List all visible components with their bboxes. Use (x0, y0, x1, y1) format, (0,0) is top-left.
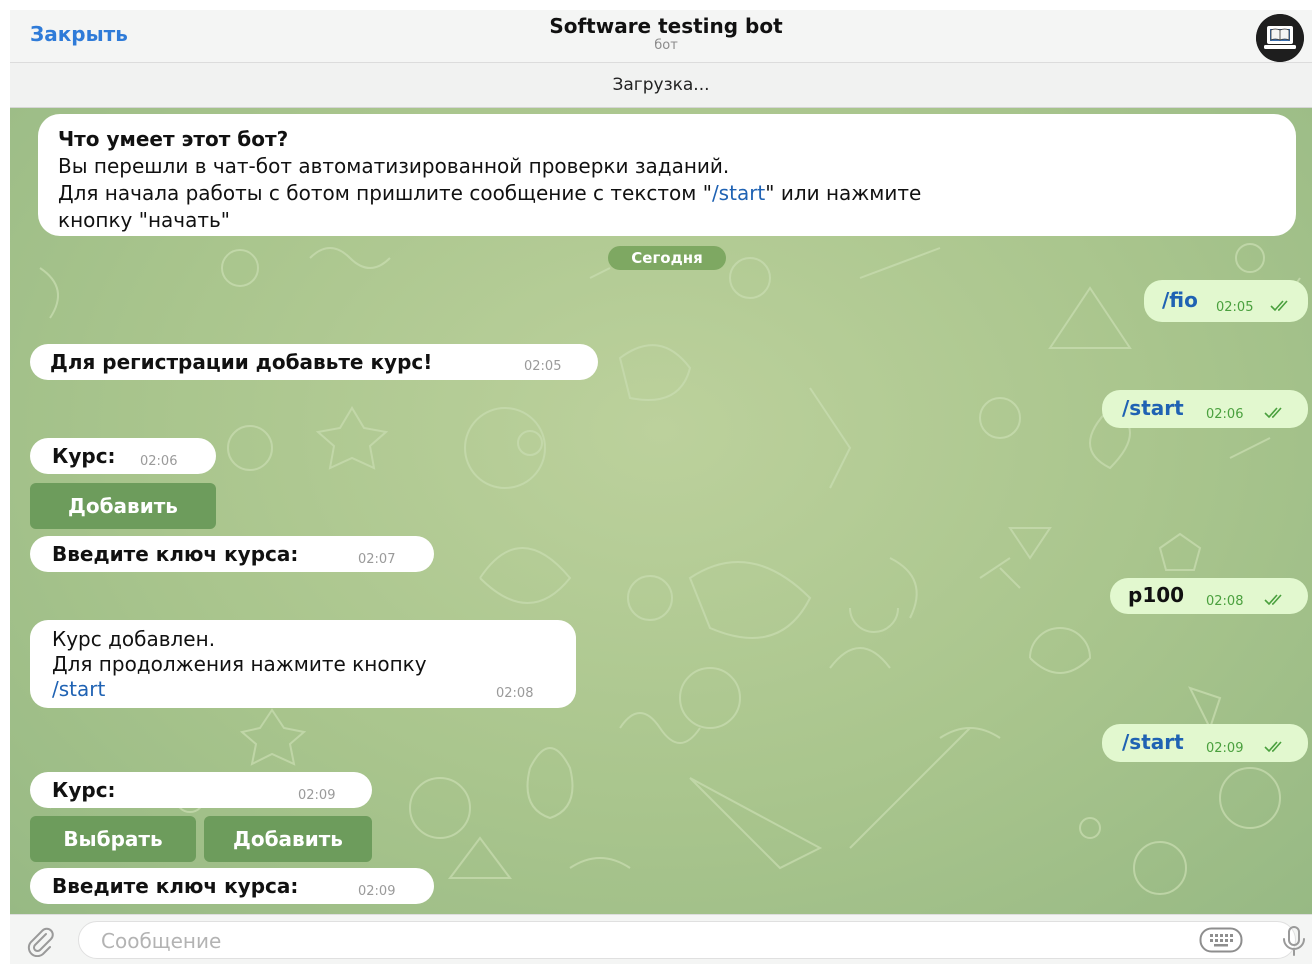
message-input-placeholder: Сообщение (101, 929, 222, 953)
bot-description-card: Что умеет этот бот? Вы перешли в чат-бот… (38, 114, 1296, 236)
incoming-message[interactable]: Курс добавлен. Для продолжения нажмите к… (30, 620, 576, 708)
message-text: Курс: (52, 444, 116, 468)
bot-avatar-icon[interactable] (1256, 14, 1304, 62)
incoming-message[interactable]: Введите ключ курса: 02:09 (30, 868, 434, 904)
bot-description-text: " или нажмите (765, 181, 922, 205)
chat-area[interactable]: Что умеет этот бот? Вы перешли в чат-бот… (10, 108, 1312, 914)
message-input[interactable]: Сообщение (78, 921, 1296, 959)
choose-course-button[interactable]: Выбрать (30, 816, 196, 862)
message-time: 02:08 (496, 686, 534, 701)
message-text: /start (1122, 396, 1184, 420)
message-text: /fio (1162, 288, 1198, 312)
message-text: Курс добавлен. (52, 627, 216, 651)
message-time: 02:05 (1216, 300, 1254, 315)
incoming-message[interactable]: Введите ключ курса: 02:07 (30, 536, 434, 572)
start-command-link[interactable]: /start (712, 181, 765, 205)
loading-status: Загрузка... (10, 63, 1312, 108)
date-divider: Сегодня (608, 246, 726, 270)
read-checkmarks-icon (1264, 741, 1282, 753)
outgoing-message[interactable]: /start 02:06 (1102, 390, 1308, 428)
message-text: Введите ключ курса: (52, 542, 299, 566)
message-time: 02:09 (358, 884, 396, 899)
message-text: Курс: (52, 778, 116, 802)
read-checkmarks-icon (1264, 407, 1282, 419)
start-command-link[interactable]: /start (52, 677, 105, 701)
chat-header: Закрыть Software testing bot бот (10, 10, 1312, 63)
message-text: Для продолжения нажмите кнопку (52, 652, 427, 676)
outgoing-message[interactable]: /start 02:09 (1102, 724, 1308, 762)
chat-title: Software testing bot (549, 14, 783, 38)
message-time: 02:05 (524, 359, 562, 374)
incoming-message[interactable]: Курс: 02:09 (30, 772, 372, 808)
message-text: p100 (1128, 583, 1185, 607)
outgoing-message[interactable]: /fio 02:05 (1144, 280, 1308, 322)
message-time: 02:08 (1206, 594, 1244, 609)
incoming-message[interactable]: Курс: 02:06 (30, 438, 216, 474)
chat-subtitle: бот (654, 38, 678, 53)
bot-description-line: Вы перешли в чат-бот автоматизированной … (58, 154, 730, 178)
message-time: 02:06 (1206, 407, 1244, 422)
message-time: 02:09 (1206, 741, 1244, 756)
paperclip-icon[interactable] (24, 925, 56, 957)
message-text: Введите ключ курса: (52, 874, 299, 898)
bot-description-text: Для начала работы с ботом пришлите сообщ… (58, 181, 712, 205)
message-composer: Сообщение (10, 914, 1312, 964)
bot-description-line: Для начала работы с ботом пришлите сообщ… (58, 180, 1276, 207)
add-course-button[interactable]: Добавить (204, 816, 372, 862)
message-text: Для регистрации добавьте курс! (50, 350, 433, 374)
outgoing-message[interactable]: p100 02:08 (1110, 578, 1308, 614)
bot-description-line: кнопку "начать" (58, 208, 230, 232)
bot-description-heading: Что умеет этот бот? (58, 127, 289, 151)
message-time: 02:06 (140, 454, 178, 469)
incoming-message[interactable]: Для регистрации добавьте курс! 02:05 (30, 344, 598, 380)
message-text: /start (1122, 730, 1184, 754)
keyboard-icon[interactable] (1199, 927, 1243, 953)
add-course-button[interactable]: Добавить (30, 483, 216, 529)
read-checkmarks-icon (1270, 300, 1288, 312)
microphone-icon[interactable] (1280, 925, 1308, 957)
read-checkmarks-icon (1264, 594, 1282, 606)
message-time: 02:09 (298, 788, 336, 803)
message-time: 02:07 (358, 552, 396, 567)
telegram-window: Закрыть Software testing bot бот Загрузк… (10, 10, 1312, 964)
